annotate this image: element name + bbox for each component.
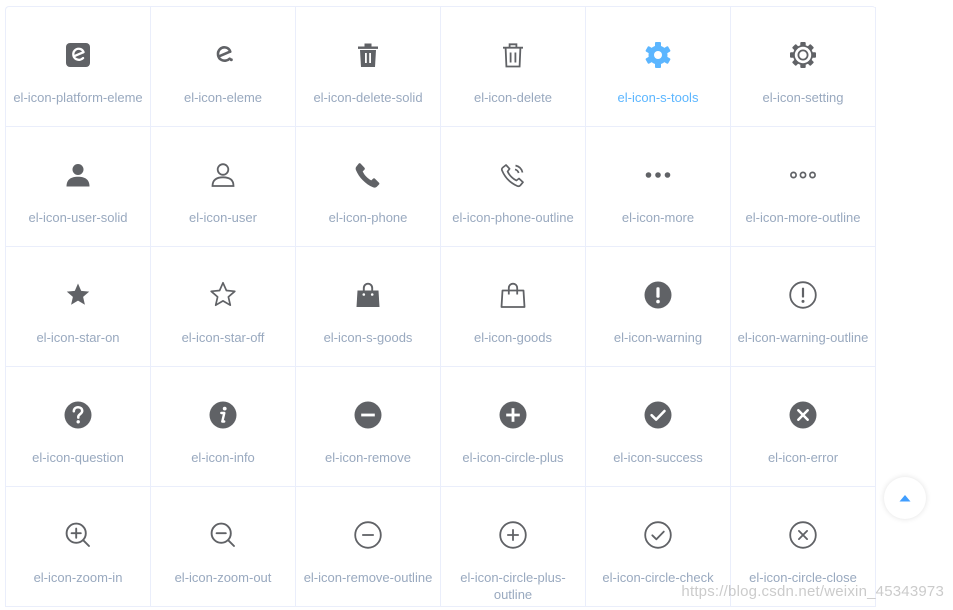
icon-cell[interactable]: el-icon-star-on bbox=[6, 247, 151, 367]
eleme-icon bbox=[151, 39, 295, 71]
icon-cell[interactable]: el-icon-phone bbox=[296, 127, 441, 247]
remove-icon bbox=[296, 399, 440, 431]
star-on-icon bbox=[6, 279, 150, 311]
icon-name-label: el-icon-info bbox=[191, 450, 255, 465]
s-tools-icon bbox=[586, 39, 730, 71]
more-outline-icon bbox=[731, 159, 875, 191]
icon-cell[interactable]: el-icon-warning bbox=[586, 247, 731, 367]
user-solid-icon bbox=[6, 159, 150, 191]
icon-name-label: el-icon-delete-solid bbox=[313, 90, 423, 105]
warning-icon bbox=[586, 279, 730, 311]
icon-cell[interactable]: el-icon-question bbox=[6, 367, 151, 487]
icon-name-label: el-icon-user bbox=[189, 210, 257, 225]
icon-name-label: el-icon-star-off bbox=[181, 330, 265, 345]
icon-cell[interactable]: el-icon-delete-solid bbox=[296, 7, 441, 127]
icon-list: el-icon-platform-eleme el-icon-eleme el-ic… bbox=[5, 6, 876, 607]
info-icon bbox=[151, 399, 295, 431]
icon-cell[interactable]: el-icon-platform-eleme bbox=[6, 7, 151, 127]
icon-name-label: el-icon-zoom-out bbox=[174, 570, 272, 585]
icon-name-label: el-icon-user-solid bbox=[28, 210, 128, 225]
warning-outline-icon bbox=[731, 279, 875, 311]
circle-close-icon bbox=[731, 519, 875, 551]
icon-cell[interactable]: el-icon-more-outline bbox=[731, 127, 876, 247]
phone-outline-icon bbox=[441, 159, 585, 191]
icon-name-label: el-icon-zoom-in bbox=[33, 570, 123, 585]
back-to-top-button[interactable] bbox=[884, 477, 926, 519]
icon-cell[interactable]: el-icon-zoom-out bbox=[151, 487, 296, 607]
setting-icon bbox=[731, 39, 875, 71]
icon-cell[interactable]: el-icon-error bbox=[731, 367, 876, 487]
icon-name-label: el-icon-platform-eleme bbox=[13, 90, 143, 105]
icon-name-label: el-icon-circle-plus bbox=[462, 450, 564, 465]
delete-solid-icon bbox=[296, 39, 440, 71]
icon-name-label: el-icon-s-goods bbox=[323, 330, 413, 345]
icon-cell[interactable]: el-icon-remove bbox=[296, 367, 441, 487]
icon-name-label: el-icon-question bbox=[32, 450, 124, 465]
icon-cell[interactable]: el-icon-info bbox=[151, 367, 296, 487]
icon-name-label: el-icon-goods bbox=[473, 330, 553, 345]
remove-outline-icon bbox=[296, 519, 440, 551]
icon-name-label: el-icon-error bbox=[767, 450, 839, 465]
icon-cell[interactable]: el-icon-circle-plus bbox=[441, 367, 586, 487]
icon-name-label: el-icon-delete bbox=[473, 90, 553, 105]
icon-name-label: el-icon-s-tools bbox=[617, 90, 699, 105]
success-icon bbox=[586, 399, 730, 431]
circle-check-icon bbox=[586, 519, 730, 551]
icon-name-label: el-icon-remove bbox=[325, 450, 411, 465]
icon-cell[interactable]: el-icon-star-off bbox=[151, 247, 296, 367]
watermark: https://blog.csdn.net/weixin_45343973 bbox=[681, 583, 944, 600]
icon-cell[interactable]: el-icon-s-tools bbox=[586, 7, 731, 127]
circle-plus-icon bbox=[441, 399, 585, 431]
icon-cell[interactable]: el-icon-goods bbox=[441, 247, 586, 367]
icon-cell[interactable]: el-icon-setting bbox=[731, 7, 876, 127]
question-icon bbox=[6, 399, 150, 431]
icon-cell[interactable]: el-icon-remove-outline bbox=[296, 487, 441, 607]
icon-cell[interactable]: el-icon-more bbox=[586, 127, 731, 247]
icon-name-label: el-icon-success bbox=[613, 450, 703, 465]
icon-cell[interactable]: el-icon-s-goods bbox=[296, 247, 441, 367]
icon-name-label: el-icon-more-outline bbox=[745, 210, 861, 225]
error-icon bbox=[731, 399, 875, 431]
icon-name-label: el-icon-eleme bbox=[183, 90, 263, 105]
icon-cell[interactable]: el-icon-warning-outline bbox=[731, 247, 876, 367]
caret-top-icon bbox=[897, 490, 913, 506]
zoom-out-icon bbox=[151, 519, 295, 551]
star-off-icon bbox=[151, 279, 295, 311]
icon-cell[interactable]: el-icon-phone-outline bbox=[441, 127, 586, 247]
circle-plus-outline-icon bbox=[441, 519, 585, 551]
icon-name-label: el-icon-circle-plus-outline bbox=[460, 570, 566, 602]
icon-name-label: el-icon-phone-outline bbox=[452, 210, 574, 225]
icon-cell[interactable]: el-icon-user-solid bbox=[6, 127, 151, 247]
s-goods-icon bbox=[296, 279, 440, 311]
platform-eleme-icon bbox=[6, 39, 150, 71]
icon-cell[interactable]: el-icon-eleme bbox=[151, 7, 296, 127]
icon-cell[interactable]: el-icon-circle-plus-outline bbox=[441, 487, 586, 607]
user-icon bbox=[151, 159, 295, 191]
zoom-in-icon bbox=[6, 519, 150, 551]
delete-icon bbox=[441, 39, 585, 71]
phone-icon bbox=[296, 159, 440, 191]
icon-cell[interactable]: el-icon-user bbox=[151, 127, 296, 247]
icon-demo-page: el-icon-platform-eleme el-icon-eleme el-ic… bbox=[0, 0, 953, 610]
icon-name-label: el-icon-warning bbox=[613, 330, 703, 345]
icon-cell[interactable]: el-icon-success bbox=[586, 367, 731, 487]
icon-name-label: el-icon-setting bbox=[762, 90, 844, 105]
goods-icon bbox=[441, 279, 585, 311]
icon-name-label: el-icon-remove-outline bbox=[303, 570, 433, 585]
icon-cell[interactable]: el-icon-delete bbox=[441, 7, 586, 127]
icon-name-label: el-icon-warning-outline bbox=[737, 330, 869, 345]
icon-cell[interactable]: el-icon-zoom-in bbox=[6, 487, 151, 607]
more-icon bbox=[586, 159, 730, 191]
icon-name-label: el-icon-phone bbox=[328, 210, 408, 225]
icon-name-label: el-icon-more bbox=[621, 210, 695, 225]
icon-name-label: el-icon-star-on bbox=[36, 330, 120, 345]
